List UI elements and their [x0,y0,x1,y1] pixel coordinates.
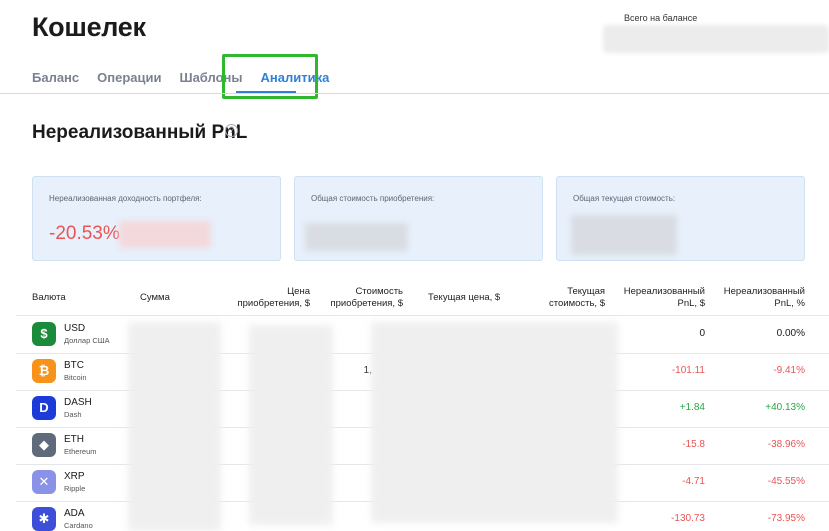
pnl-pct-cell: -73.95% [767,513,805,524]
coin-name: Dash [64,410,82,419]
redacted-value [571,215,677,255]
pnl-usd-cell: -101.11 [671,365,705,376]
col-header-current-value: Текущая стоимость, $ [548,286,605,309]
dollar-icon: $ [32,322,56,346]
coin-code: ETH [64,434,84,445]
pnl-pct-cell: -9.41% [773,365,805,376]
coin-name: Cardano [64,521,93,530]
pnl-pct-cell: -45.55% [767,476,805,487]
tab-balance[interactable]: Баланс [32,70,79,85]
card-label: Общая текущая стоимость: [573,194,676,203]
coin-code: ADA [64,508,85,519]
bitcoin-icon: ₿ [32,359,56,383]
balance-value-redacted [603,25,829,53]
coin-code: USD [64,323,86,334]
coin-code: BTC [64,360,84,371]
coin-name: Ethereum [64,447,97,456]
ethereum-icon: ◆ [32,433,56,457]
card-portfolio-yield: Нереализованная доходность портфеля: -20… [32,176,281,261]
card-value: -20.53% [49,223,120,244]
redacted-value [119,221,211,248]
page-title: Кошелек [32,12,146,42]
redacted-values-column [371,322,618,523]
section-title: Нереализованный PnL [32,122,248,143]
pnl-usd-cell: +1.84 [679,402,705,413]
col-header-pnl-pct: Нереализованный PnL, % [723,286,805,309]
ripple-icon: ✕ [32,470,56,494]
dash-icon: D [32,396,56,420]
col-header-current-price: Текущая цена, $ [428,292,501,303]
redacted-value [305,223,408,251]
coin-name: Ripple [64,484,86,493]
help-icon[interactable]: ? [225,124,238,137]
header-divider [16,315,829,316]
pnl-usd-cell: -130.73 [671,513,705,524]
col-header-buy-price: Цена приобретения, $ [237,286,311,309]
pnl-usd-cell: -15.8 [682,439,705,450]
buy-cost-cell: 1, [363,365,372,376]
col-header-amount: Сумма [140,292,170,303]
col-header-buy-cost: Стоимость приобретения, $ [330,286,404,309]
pnl-pct-cell: -38.96% [767,439,805,450]
card-total-cost: Общая стоимость приобретения: [294,176,543,261]
redacted-buy-price-column [249,325,333,525]
balance-label: Всего на балансе [624,13,698,23]
pnl-pct-cell: 0.00% [776,328,805,339]
redacted-amount-column [128,322,221,531]
col-header-pnl-usd: Нереализованный PnL, $ [623,286,705,309]
card-label: Общая стоимость приобретения: [311,194,435,203]
coin-code: DASH [64,397,92,408]
tab-operations[interactable]: Операции [97,70,161,85]
col-header-currency: Валюта [32,292,66,303]
pnl-usd-cell: -4.71 [682,476,705,487]
cardano-icon: ✱ [32,507,56,531]
pnl-usd-cell: 0 [699,328,705,339]
tabs-divider [0,93,829,94]
pnl-pct-cell: +40.13% [765,402,805,413]
coin-name: Bitcoin [64,373,87,382]
coin-name: Доллар США [64,336,110,345]
card-current-value: Общая текущая стоимость: [556,176,805,261]
card-label: Нереализованная доходность портфеля: [49,194,202,203]
coin-code: XRP [64,471,85,482]
